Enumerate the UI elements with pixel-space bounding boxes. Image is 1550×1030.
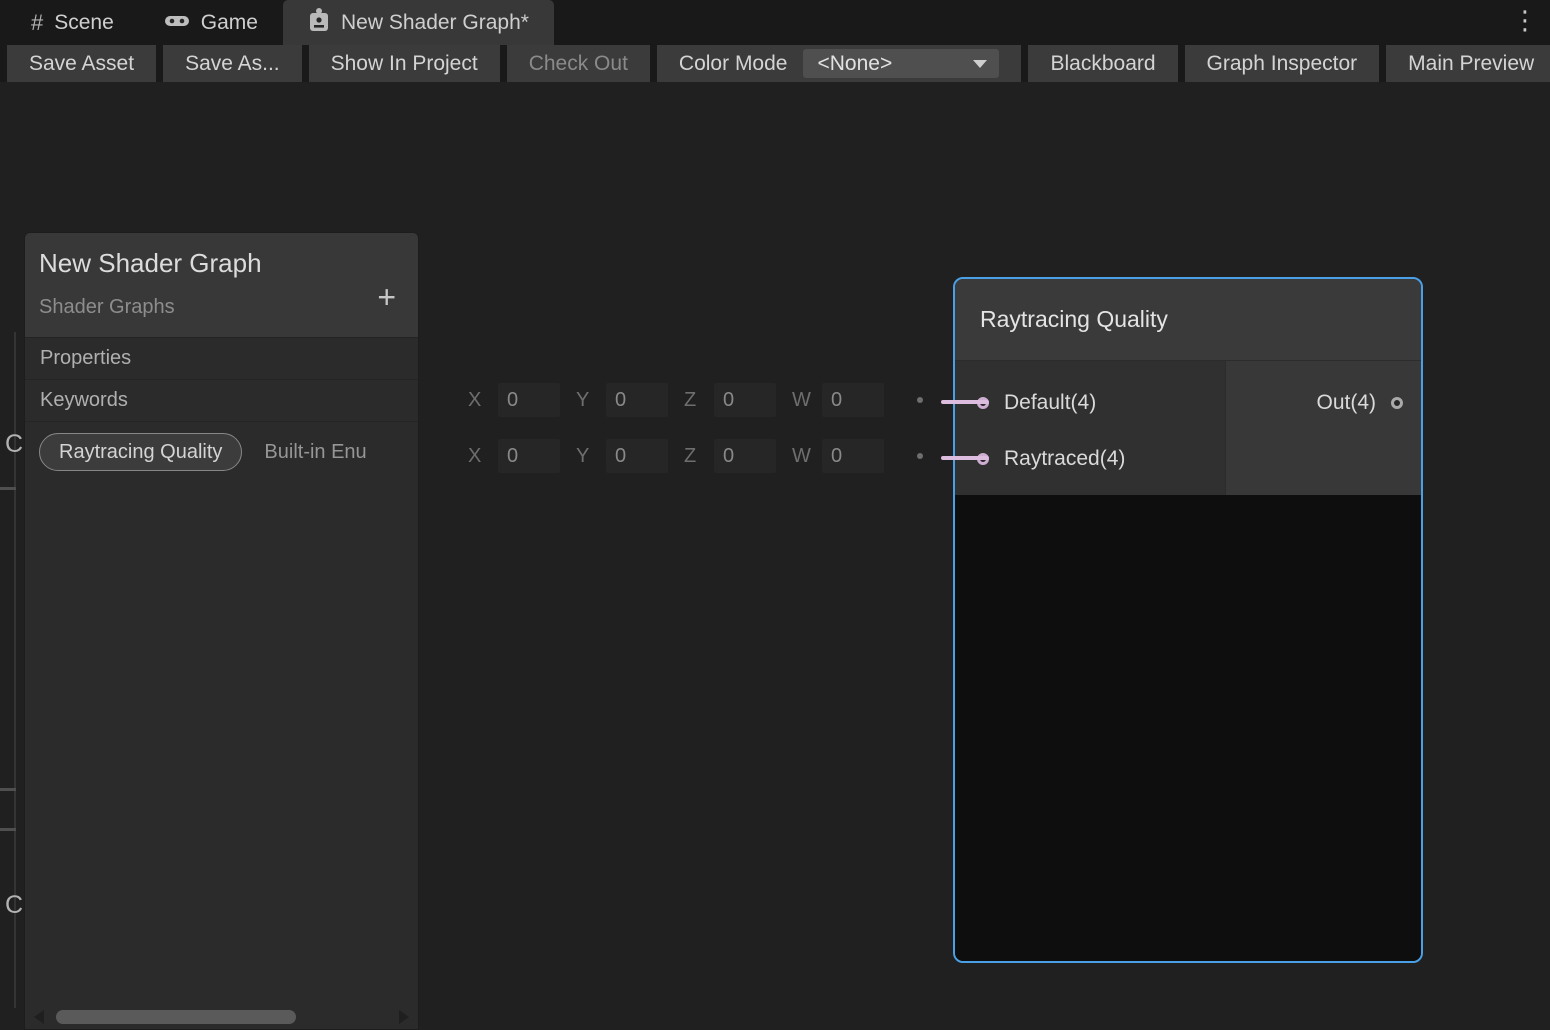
- show-in-project-button[interactable]: Show In Project: [309, 45, 500, 82]
- w-label: W: [792, 445, 814, 468]
- x-input[interactable]: 0: [498, 383, 560, 417]
- color-mode-value: <None>: [817, 52, 892, 76]
- z-input[interactable]: 0: [714, 383, 776, 417]
- blackboard-panel: New Shader Graph Shader Graphs + Propert…: [24, 232, 419, 1030]
- keyword-row: Raytracing Quality Built-in Enu: [39, 433, 418, 471]
- blackboard-title: New Shader Graph: [39, 248, 262, 279]
- y-label: Y: [576, 389, 598, 412]
- default-port-row: Default(4): [977, 385, 1096, 421]
- graph-inspector-toggle-button[interactable]: Graph Inspector: [1185, 45, 1380, 82]
- x-label: X: [468, 445, 490, 468]
- main-preview-toggle-button[interactable]: Main Preview: [1386, 45, 1550, 82]
- raytraced-port-vector4-row: X 0 Y 0 Z 0 W 0: [468, 439, 900, 473]
- keywords-section-header[interactable]: Keywords: [25, 380, 418, 422]
- tab-new-shader-graph[interactable]: New Shader Graph*: [283, 0, 554, 45]
- add-property-button[interactable]: +: [377, 281, 396, 313]
- x-label: X: [468, 389, 490, 412]
- z-label: Z: [684, 445, 706, 468]
- blackboard-toggle-button[interactable]: Blackboard: [1028, 45, 1177, 82]
- z-input[interactable]: 0: [714, 439, 776, 473]
- clipped-node-line: [0, 828, 16, 831]
- y-label: Y: [576, 445, 598, 468]
- node-ports-area: Default(4) Raytraced(4) Out(4): [955, 361, 1421, 495]
- keyword-pill-label: Raytracing Quality: [59, 441, 222, 464]
- shader-graph-toolbar: Save Asset Save As... Show In Project Ch…: [0, 45, 1550, 82]
- port-stub-dot: [917, 453, 923, 459]
- default-port-label: Default(4): [1004, 391, 1096, 415]
- raytraced-port-row: Raytraced(4): [977, 441, 1125, 477]
- scroll-right-arrow-icon[interactable]: [399, 1010, 409, 1024]
- out-port-icon[interactable]: [1391, 397, 1403, 409]
- tab-shader-graph-label: New Shader Graph*: [341, 11, 529, 35]
- w-input[interactable]: 0: [822, 439, 884, 473]
- y-input[interactable]: 0: [606, 383, 668, 417]
- kebab-menu-icon[interactable]: ⋮: [1512, 5, 1538, 36]
- tab-scene-label: Scene: [54, 11, 114, 35]
- w-input[interactable]: 0: [822, 383, 884, 417]
- gamepad-icon: [164, 11, 190, 35]
- x-input[interactable]: 0: [498, 439, 560, 473]
- default-port-vector4-row: X 0 Y 0 Z 0 W 0: [468, 383, 900, 417]
- clipped-node-line: [0, 487, 16, 490]
- raytracing-quality-node[interactable]: Raytracing Quality Default(4) Raytraced(…: [953, 277, 1423, 963]
- color-mode-dropdown[interactable]: <None>: [803, 49, 999, 78]
- node-preview: [955, 495, 1421, 961]
- properties-section-header[interactable]: Properties: [25, 338, 418, 380]
- y-input[interactable]: 0: [606, 439, 668, 473]
- tab-game-label: Game: [201, 11, 258, 35]
- node-header[interactable]: Raytracing Quality: [955, 279, 1421, 361]
- out-port-label: Out(4): [1316, 391, 1376, 415]
- properties-section-label: Properties: [40, 347, 131, 370]
- node-title: Raytracing Quality: [980, 306, 1168, 333]
- out-port-row: Out(4): [1316, 385, 1403, 421]
- chevron-down-icon: [973, 60, 987, 68]
- port-stub-dot: [917, 397, 923, 403]
- keyword-type-label: Built-in Enu: [264, 441, 366, 464]
- tab-game[interactable]: Game: [139, 0, 283, 45]
- keywords-section-label: Keywords: [40, 389, 128, 412]
- keyword-pill-raytracing-quality[interactable]: Raytracing Quality: [39, 433, 242, 471]
- blackboard-header[interactable]: New Shader Graph Shader Graphs +: [25, 233, 418, 338]
- color-mode-group: Color Mode <None>: [657, 45, 1022, 82]
- z-label: Z: [684, 389, 706, 412]
- editor-tab-bar: # Scene Game New Shader Graph* ⋮: [0, 0, 1550, 45]
- scrollbar-thumb[interactable]: [56, 1010, 296, 1024]
- check-out-button: Check Out: [507, 45, 650, 82]
- raytraced-port-label: Raytraced(4): [1004, 447, 1125, 471]
- clipped-node-text: C: [5, 891, 23, 920]
- clipped-node-text: C: [5, 430, 23, 459]
- w-label: W: [792, 389, 814, 412]
- edge-to-raytraced-port[interactable]: [941, 456, 989, 460]
- blackboard-subtitle: Shader Graphs: [39, 296, 175, 319]
- shader-graph-icon: [308, 7, 330, 39]
- clipped-node-line: [0, 788, 16, 791]
- tab-scene[interactable]: # Scene: [6, 0, 139, 45]
- scene-grid-icon: #: [31, 10, 43, 36]
- scroll-left-arrow-icon[interactable]: [34, 1010, 44, 1024]
- color-mode-label: Color Mode: [679, 52, 788, 76]
- blackboard-hscrollbar: [25, 1005, 418, 1029]
- edge-to-default-port[interactable]: [941, 400, 989, 404]
- save-asset-button[interactable]: Save Asset: [7, 45, 156, 82]
- save-as-button[interactable]: Save As...: [163, 45, 302, 82]
